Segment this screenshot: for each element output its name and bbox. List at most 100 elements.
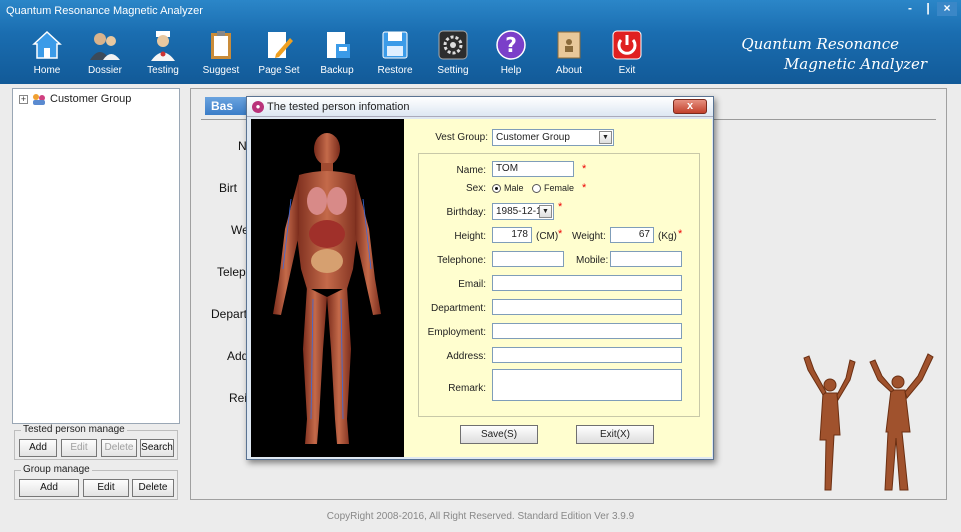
vest-group-value: Customer Group — [496, 132, 570, 143]
tested-person-dialog: ● The tested person infomation x Vest Gr… — [246, 96, 714, 460]
height-input[interactable]: 178 — [492, 227, 532, 243]
tree-expand-icon[interactable]: + — [19, 94, 28, 104]
minimize-button[interactable]: - — [901, 2, 919, 16]
page-set-icon — [262, 28, 296, 62]
required-marker: * — [582, 163, 587, 175]
delete-person-button[interactable]: Delete — [101, 439, 137, 457]
vest-group-label: Vest Group: — [435, 132, 488, 143]
vest-group-select[interactable]: Customer Group ▼ — [492, 129, 614, 146]
sex-female-radio[interactable]: Female — [532, 183, 574, 193]
exit-button[interactable]: Exit(X) — [576, 425, 654, 444]
height-unit: (CM) — [536, 231, 559, 242]
name-input[interactable]: TOM — [492, 161, 574, 177]
required-marker: * — [582, 182, 587, 194]
toolbar-label: Setting — [437, 65, 469, 76]
toolbar-dossier[interactable]: Dossier — [76, 28, 134, 80]
add-group-button[interactable]: Add — [19, 479, 79, 497]
suggest-icon — [204, 28, 238, 62]
height-label: Height: — [454, 231, 486, 242]
anatomy-image — [251, 119, 404, 457]
toolbar-testing[interactable]: Testing — [134, 28, 192, 80]
brand-line-2: Magnetic Analyzer — [783, 55, 927, 73]
mobile-input[interactable] — [610, 251, 682, 267]
delete-group-button[interactable]: Delete — [132, 479, 174, 497]
toolbar-page-set[interactable]: Page Set — [250, 28, 308, 80]
address-input[interactable] — [492, 347, 682, 363]
toolbar-suggest[interactable]: Suggest — [192, 28, 250, 80]
weight-label: Weight: — [572, 231, 606, 242]
toolbar-exit[interactable]: Exit — [598, 28, 656, 80]
employment-input[interactable] — [492, 323, 682, 339]
window-controls: - | × — [901, 2, 957, 16]
telephone-label: Telephone: — [437, 255, 486, 266]
toolbar-label: Dossier — [88, 65, 122, 76]
setting-icon — [436, 28, 470, 62]
remark-label: Remark: — [448, 383, 486, 394]
dialog-title-bar[interactable]: ● The tested person infomation x — [247, 97, 713, 117]
home-icon — [30, 28, 64, 62]
toolbar-restore[interactable]: Restore — [366, 28, 424, 80]
edit-person-button[interactable]: Edit — [61, 439, 97, 457]
sex-male-radio[interactable]: Male — [492, 183, 524, 193]
restore-icon — [378, 28, 412, 62]
mobile-label: Mobile: — [576, 255, 609, 266]
brand-logo-text: Quantum Resonance Magnetic Analyzer — [741, 34, 927, 74]
remark-textarea[interactable] — [492, 369, 682, 401]
group-legend: Tested person manage — [21, 424, 127, 435]
weight-input[interactable]: 67 — [610, 227, 654, 243]
search-person-button[interactable]: Search — [140, 439, 174, 457]
edit-group-button[interactable]: Edit — [83, 479, 129, 497]
toolbar-label: About — [555, 65, 583, 76]
svg-text:?: ? — [505, 33, 517, 57]
help-icon: ? — [494, 28, 528, 62]
toolbar-backup[interactable]: Backup — [308, 28, 366, 80]
email-input[interactable] — [492, 275, 682, 291]
toolbar-label: Home — [33, 65, 61, 76]
department-input[interactable] — [492, 299, 682, 315]
brand-line-1: Quantum Resonance — [741, 35, 899, 53]
close-window-button[interactable]: × — [937, 2, 957, 16]
required-marker: * — [558, 201, 563, 213]
bg-label-birthday: Birt — [219, 181, 237, 195]
tested-person-manage-group: Tested person manage Add Edit Delete Sea… — [14, 424, 178, 460]
app-icon: ● — [252, 101, 264, 113]
toolbar-label: Page Set — [258, 65, 300, 76]
dialog-title: The tested person infomation — [267, 101, 410, 113]
toolbar-label: Restore — [377, 65, 413, 76]
sex-male-label: Male — [504, 183, 524, 193]
group-manage-group: Group manage Add Edit Delete — [14, 464, 178, 500]
app-title: Quantum Resonance Magnetic Analyzer — [6, 5, 203, 17]
main-toolbar: Home Dossier Testing Suggest Page Set Ba… — [18, 28, 656, 80]
bg-label-remark: Rei — [229, 391, 248, 405]
required-marker: * — [558, 228, 563, 240]
dialog-close-button[interactable]: x — [673, 99, 707, 114]
required-marker: * — [678, 228, 683, 240]
group-icon — [33, 94, 45, 105]
radio-unselected-icon — [532, 183, 541, 193]
sex-female-label: Female — [544, 183, 575, 193]
dossier-icon — [88, 28, 122, 62]
footer-copyright: CopyRight 2008-2016, All Right Reserved.… — [0, 506, 961, 532]
weight-unit: (Kg) — [658, 231, 677, 242]
add-person-button[interactable]: Add — [19, 439, 57, 457]
testing-icon — [146, 28, 180, 62]
telephone-input[interactable] — [492, 251, 564, 267]
save-button[interactable]: Save(S) — [460, 425, 538, 444]
customer-tree[interactable]: + Customer Group — [12, 88, 180, 424]
chevron-down-icon[interactable]: ▼ — [539, 205, 552, 218]
toolbar-about[interactable]: About — [540, 28, 598, 80]
about-icon — [552, 28, 586, 62]
title-bar: Quantum Resonance Magnetic Analyzer - | … — [0, 0, 961, 84]
toolbar-label: Help — [500, 65, 522, 76]
toolbar-label: Suggest — [202, 65, 240, 76]
toolbar-home[interactable]: Home — [18, 28, 76, 80]
tree-node-customer-group[interactable]: + Customer Group — [19, 93, 131, 105]
chevron-down-icon[interactable]: ▼ — [599, 131, 612, 144]
backup-icon — [320, 28, 354, 62]
toolbar-setting[interactable]: Setting — [424, 28, 482, 80]
birthday-picker[interactable]: 1985-12-18 ▼ — [492, 203, 554, 220]
decorative-anatomy-figures — [790, 340, 940, 500]
toolbar-help[interactable]: ? Help — [482, 28, 540, 80]
left-panel: + Customer Group Tested person manage Ad… — [12, 88, 180, 500]
radio-selected-icon — [492, 183, 501, 193]
